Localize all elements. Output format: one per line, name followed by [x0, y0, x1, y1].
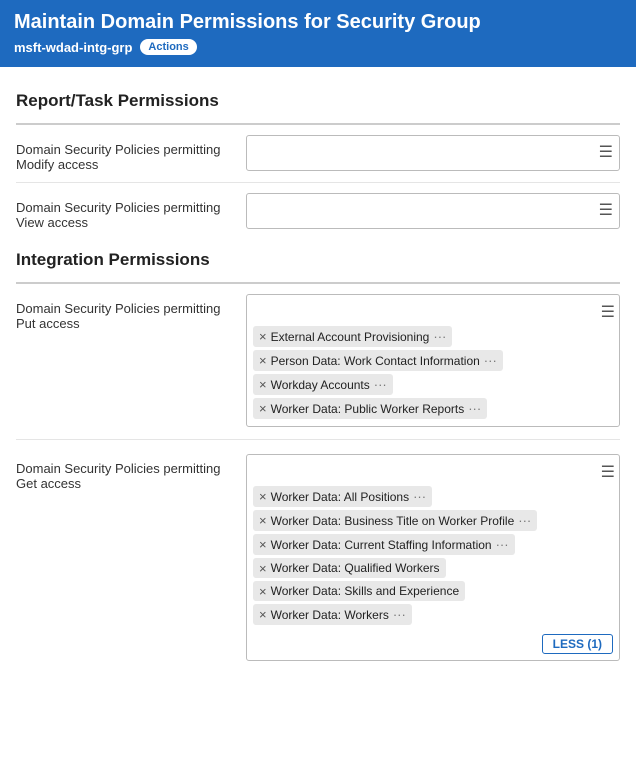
list-icon-get[interactable]: ☰	[601, 462, 615, 482]
tag-close-get-4[interactable]: ×	[259, 585, 267, 598]
view-access-field[interactable]: ☰	[246, 193, 620, 229]
view-access-label: Domain Security Policies permitting View…	[16, 193, 246, 230]
less-button[interactable]: LESS (1)	[542, 634, 613, 654]
tag-text-get-3: Worker Data: Qualified Workers	[271, 561, 440, 575]
security-group-name: msft-wdad-intg-grp	[14, 40, 132, 55]
tag-put-2: × Workday Accounts ···	[253, 374, 393, 395]
tag-close-get-0[interactable]: ×	[259, 490, 267, 503]
tag-row-get-2: × Worker Data: Current Staffing Informat…	[253, 534, 615, 555]
tag-text-put-2: Workday Accounts	[271, 378, 370, 392]
tag-row-get-4: × Worker Data: Skills and Experience	[253, 581, 615, 601]
tag-dots-get-1[interactable]: ···	[518, 513, 531, 528]
tag-row-get-3: × Worker Data: Qualified Workers	[253, 558, 615, 578]
tag-close-put-0[interactable]: ×	[259, 330, 267, 343]
tag-row-get-1: × Worker Data: Business Title on Worker …	[253, 510, 615, 531]
tag-dots-get-0[interactable]: ···	[413, 489, 426, 504]
actions-badge[interactable]: Actions	[140, 39, 196, 55]
tag-text-get-2: Worker Data: Current Staffing Informatio…	[271, 538, 492, 552]
tag-text-get-4: Worker Data: Skills and Experience	[271, 584, 460, 598]
tag-dots-get-5[interactable]: ···	[393, 607, 406, 622]
tag-dots-put-0[interactable]: ···	[433, 329, 446, 344]
modify-access-row: Domain Security Policies permitting Modi…	[16, 135, 620, 183]
tag-close-get-5[interactable]: ×	[259, 608, 267, 621]
page-title: Maintain Domain Permissions for Security…	[14, 10, 622, 35]
tag-get-1: × Worker Data: Business Title on Worker …	[253, 510, 537, 531]
tag-dots-put-3[interactable]: ···	[468, 401, 481, 416]
put-access-field[interactable]: ☰ × External Account Provisioning ··· × …	[246, 294, 620, 427]
put-access-label: Domain Security Policies permitting Put …	[16, 294, 246, 331]
modify-access-field[interactable]: ☰	[246, 135, 620, 171]
tag-put-1: × Person Data: Work Contact Information …	[253, 350, 503, 371]
tag-put-0: × External Account Provisioning ···	[253, 326, 452, 347]
get-access-field[interactable]: ☰ × Worker Data: All Positions ··· × Wor…	[246, 454, 620, 661]
tag-text-get-0: Worker Data: All Positions	[271, 490, 410, 504]
page-header: Maintain Domain Permissions for Security…	[0, 0, 636, 67]
integration-title: Integration Permissions	[16, 250, 620, 270]
tag-row-put-1: × Person Data: Work Contact Information …	[253, 350, 615, 371]
tag-row-put-0: × External Account Provisioning ···	[253, 326, 615, 347]
tag-close-put-1[interactable]: ×	[259, 354, 267, 367]
section-divider-1	[16, 123, 620, 125]
tag-get-5: × Worker Data: Workers ···	[253, 604, 412, 625]
tag-get-0: × Worker Data: All Positions ···	[253, 486, 432, 507]
tag-close-get-1[interactable]: ×	[259, 514, 267, 527]
tag-get-3: × Worker Data: Qualified Workers	[253, 558, 446, 578]
section-divider-2	[16, 282, 620, 284]
tag-dots-get-2[interactable]: ···	[496, 537, 509, 552]
list-icon-modify[interactable]: ☰	[599, 142, 613, 162]
list-icon-view[interactable]: ☰	[599, 200, 613, 220]
tag-dots-put-1[interactable]: ···	[484, 353, 497, 368]
tag-close-get-2[interactable]: ×	[259, 538, 267, 551]
integration-section: Integration Permissions Domain Security …	[16, 250, 620, 673]
tag-row-get-5: × Worker Data: Workers ···	[253, 604, 615, 625]
tag-put-3: × Worker Data: Public Worker Reports ···	[253, 398, 487, 419]
main-content: Report/Task Permissions Domain Security …	[0, 67, 636, 701]
tag-close-get-3[interactable]: ×	[259, 562, 267, 575]
tag-text-put-1: Person Data: Work Contact Information	[271, 354, 480, 368]
report-task-title: Report/Task Permissions	[16, 91, 620, 111]
tag-text-put-0: External Account Provisioning	[271, 330, 430, 344]
less-button-row: LESS (1)	[253, 628, 615, 656]
view-access-row: Domain Security Policies permitting View…	[16, 193, 620, 240]
tag-text-get-5: Worker Data: Workers	[271, 608, 389, 622]
tag-text-put-3: Worker Data: Public Worker Reports	[271, 402, 465, 416]
tag-row-put-2: × Workday Accounts ···	[253, 374, 615, 395]
report-task-section: Report/Task Permissions Domain Security …	[16, 91, 620, 240]
tag-dots-put-2[interactable]: ···	[374, 377, 387, 392]
tag-get-2: × Worker Data: Current Staffing Informat…	[253, 534, 515, 555]
tag-close-put-2[interactable]: ×	[259, 378, 267, 391]
get-access-row: Domain Security Policies permitting Get …	[16, 454, 620, 673]
tag-text-get-1: Worker Data: Business Title on Worker Pr…	[271, 514, 515, 528]
tag-close-put-3[interactable]: ×	[259, 402, 267, 415]
list-icon-put[interactable]: ☰	[601, 302, 615, 322]
tag-row-get-0: × Worker Data: All Positions ···	[253, 486, 615, 507]
get-access-label: Domain Security Policies permitting Get …	[16, 454, 246, 491]
put-access-row: Domain Security Policies permitting Put …	[16, 294, 620, 440]
tag-get-4: × Worker Data: Skills and Experience	[253, 581, 465, 601]
tag-row-put-3: × Worker Data: Public Worker Reports ···	[253, 398, 615, 419]
modify-access-label: Domain Security Policies permitting Modi…	[16, 135, 246, 172]
